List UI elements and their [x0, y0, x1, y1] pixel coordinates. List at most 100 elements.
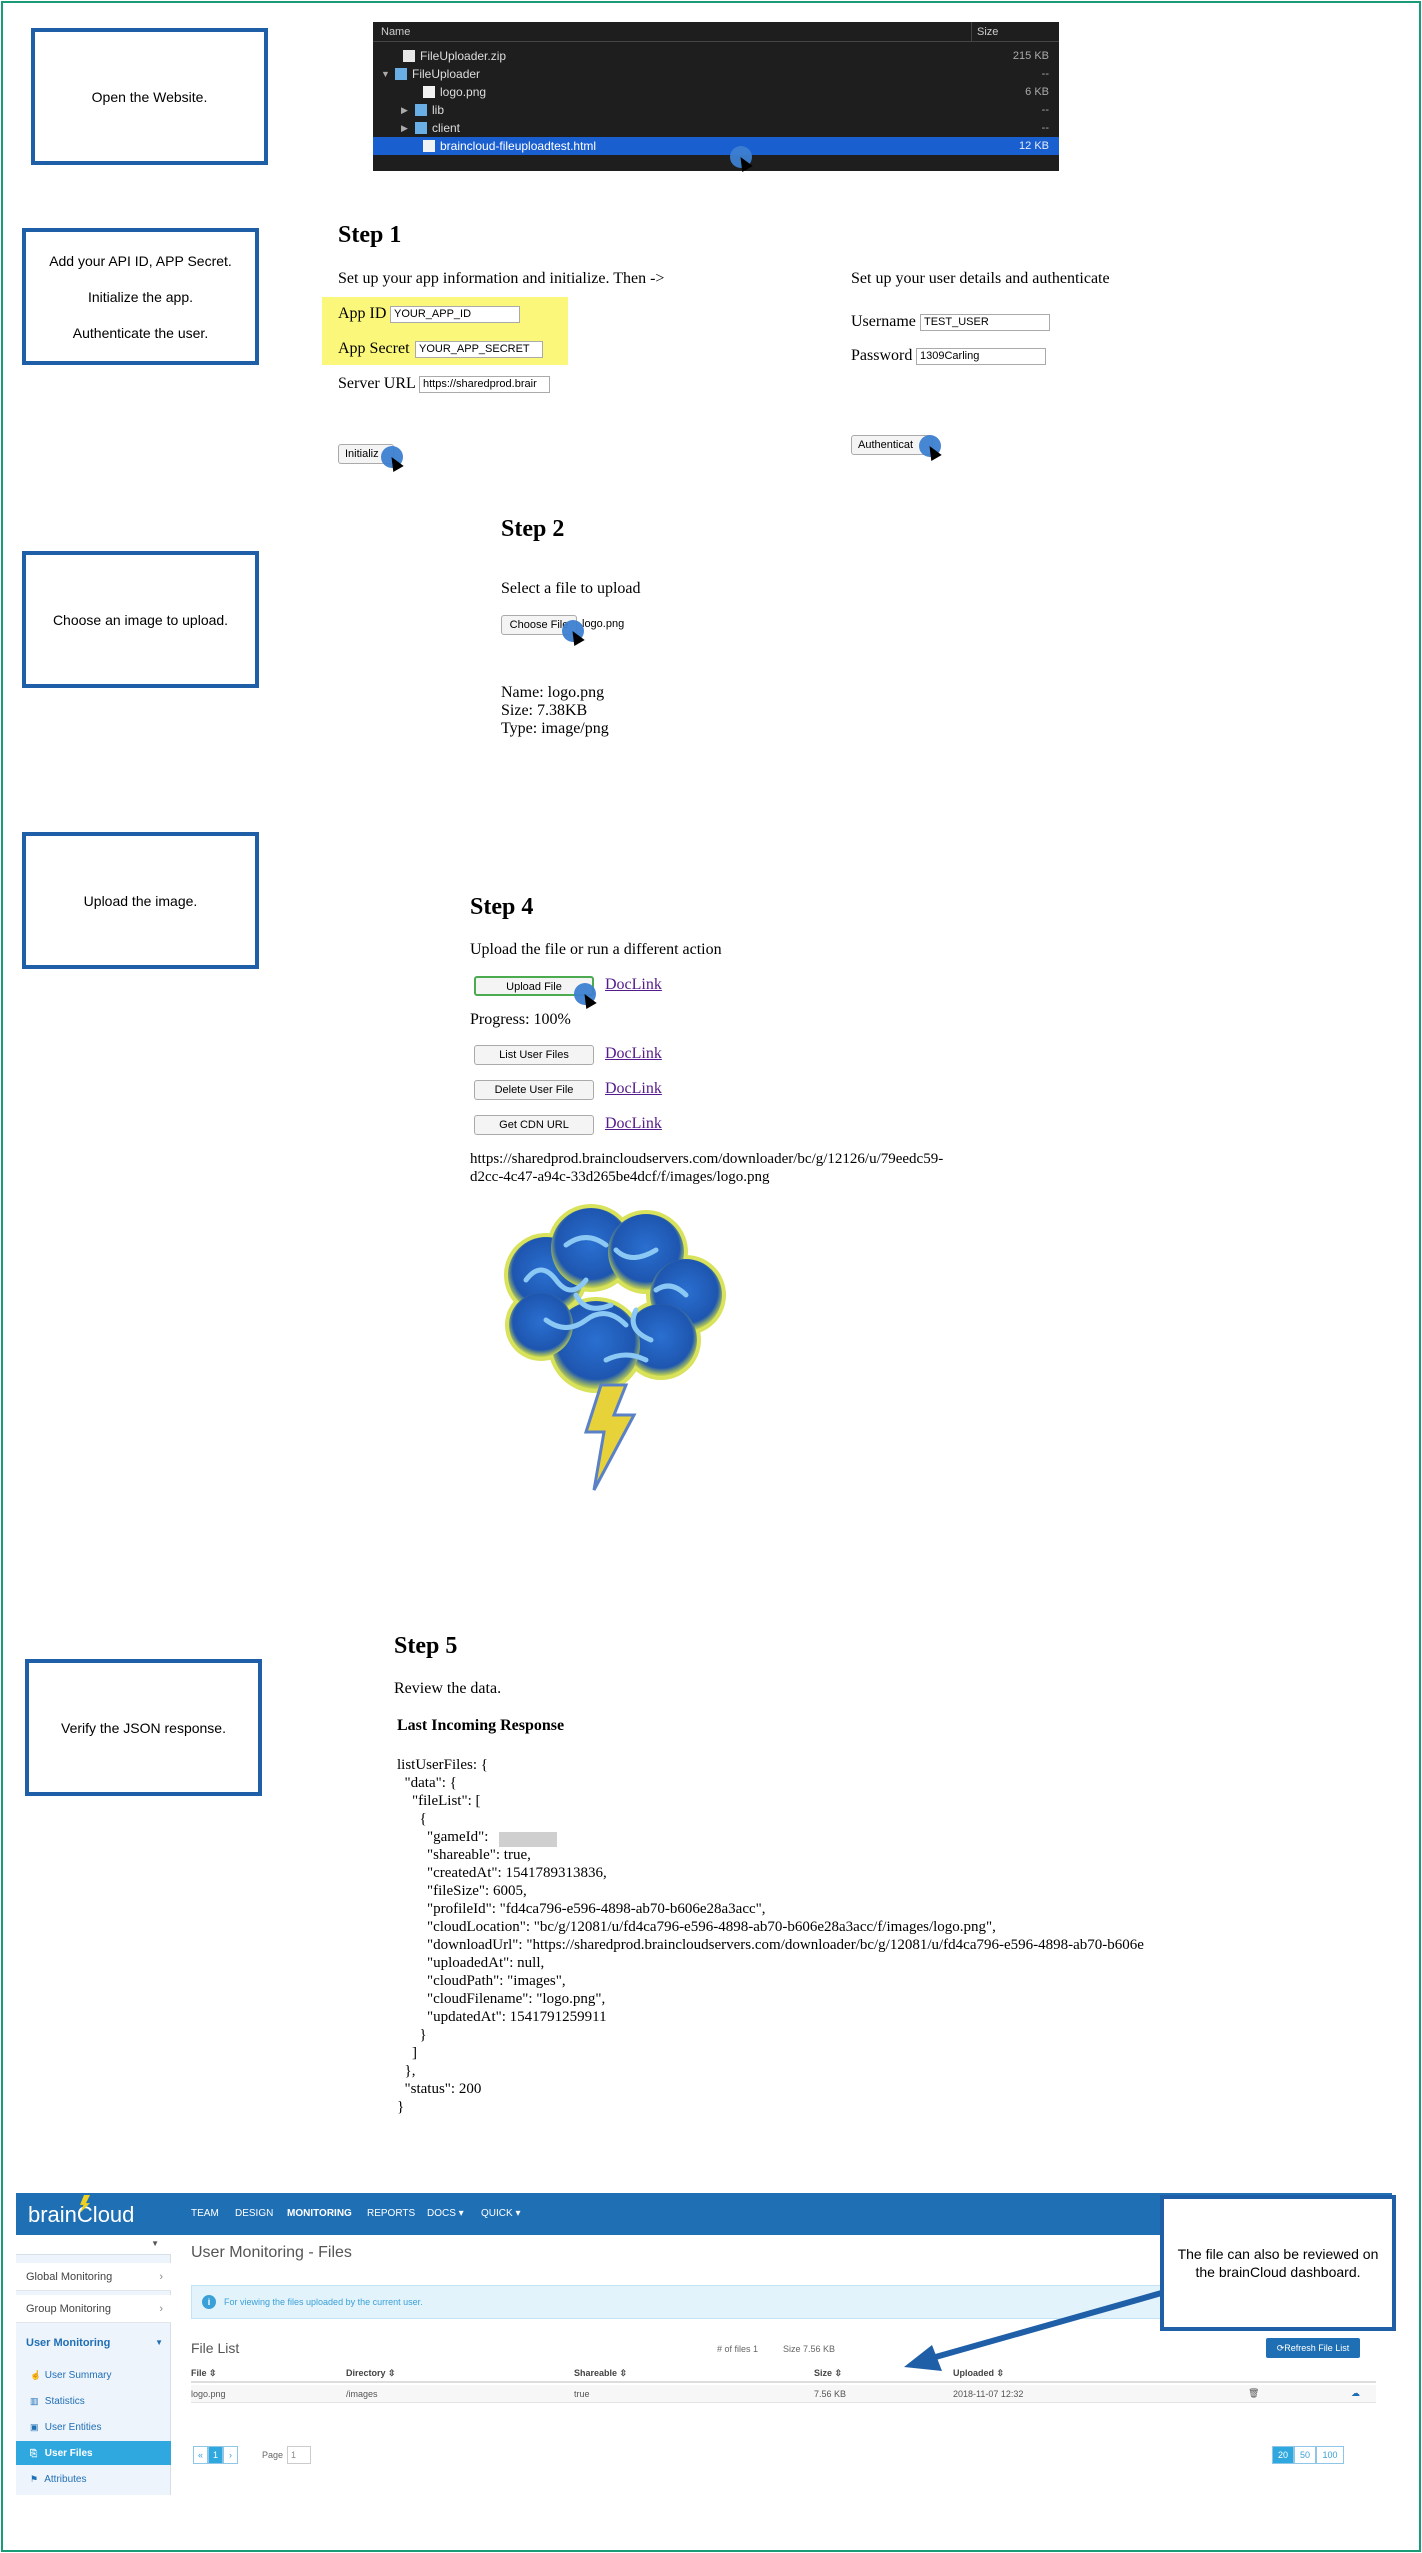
sidebar-sub-statistics[interactable]: ▥ Statistics — [16, 2389, 171, 2413]
doclink-cdn[interactable]: DocLink — [605, 1115, 662, 1133]
app-id-input[interactable]: YOUR_APP_ID — [390, 306, 520, 323]
page-size-100[interactable]: 100 — [1316, 2446, 1344, 2464]
nav-design[interactable]: DESIGN — [235, 2208, 273, 2219]
sidebar-item-global[interactable]: Global Monitoring › — [16, 2263, 171, 2291]
col-shareable[interactable]: Shareable ⇳ — [574, 2368, 627, 2379]
callout-text: The file can also be reviewed on the bra… — [1177, 2246, 1379, 2280]
finder-row-size: -- — [1041, 68, 1049, 80]
folder-icon — [395, 68, 407, 80]
callout-dashboard-note: The file can also be reviewed on the bra… — [1160, 2195, 1396, 2331]
get-cdn-url-button[interactable]: Get CDN URL — [474, 1115, 594, 1135]
finder-row[interactable]: ▶ client -- — [373, 119, 1059, 137]
finder-col-size[interactable]: Size — [977, 26, 998, 38]
sidebar-item-label: Global Monitoring — [26, 2271, 113, 2283]
sidebar-sub-user-files[interactable]: ⎘ User Files — [16, 2441, 171, 2465]
cdn-url-line2: d2cc-4c47-a94c-33d265be4dcf/f/images/log… — [470, 1169, 770, 1185]
cell-uploaded: 2018-11-07 12:32 — [953, 2389, 1024, 2399]
refresh-label: Refresh File List — [1284, 2343, 1350, 2353]
response-heading: Last Incoming Response — [397, 1717, 565, 1734]
table-header: File ⇳ Directory ⇳ Shareable ⇳ Size ⇳ Up… — [191, 2363, 1376, 2383]
callout-text: Verify the JSON response. — [61, 1719, 226, 1736]
doclink-list[interactable]: DocLink — [605, 1045, 662, 1063]
file-size-line: Size: 7.38KB — [501, 702, 588, 719]
nav-monitoring[interactable]: MONITORING — [287, 2208, 352, 2219]
disclosure-closed-icon[interactable]: ▶ — [401, 119, 408, 137]
folder-icon — [415, 122, 427, 134]
sidebar-item-group[interactable]: Group Monitoring › — [16, 2295, 171, 2323]
finder-col-name[interactable]: Name — [381, 26, 410, 38]
col-label: Size — [814, 2368, 833, 2378]
step2-title: Step 2 — [501, 516, 565, 542]
json-line: }, — [397, 2063, 416, 2079]
page-label: Page — [262, 2450, 284, 2460]
sidebar-item-label: Group Monitoring — [26, 2303, 111, 2315]
bar-chart-icon: ▥ — [30, 2396, 39, 2406]
finder-row[interactable]: logo.png 6 KB — [373, 83, 1059, 101]
finder-row[interactable]: ▼ FileUploader -- — [373, 65, 1059, 83]
page-input[interactable]: 1 — [287, 2446, 311, 2464]
col-file[interactable]: File ⇳ — [191, 2368, 217, 2379]
sidebar-item-label: User Files — [44, 2448, 93, 2459]
chevron-down-icon: ▼ — [151, 2239, 159, 2248]
pager-page-1[interactable]: 1 — [208, 2446, 223, 2464]
finder-row-selected[interactable]: braincloud-fileuploadtest.html 12 KB — [373, 137, 1059, 155]
page-size-20[interactable]: 20 — [1272, 2446, 1294, 2464]
callout-text: Add your API ID, APP Secret. — [49, 252, 232, 269]
finder-window: Name Size FileUploader.zip 215 KB ▼ File… — [373, 22, 1059, 171]
password-input[interactable]: 1309Carling — [916, 348, 1046, 365]
nav-team[interactable]: TEAM — [191, 2208, 219, 2219]
cell-directory: /images — [346, 2389, 378, 2399]
sidebar-sub-user-entities[interactable]: ▣ User Entities — [16, 2415, 171, 2439]
finder-row-name: lib — [432, 103, 445, 117]
json-line: "status": 200 — [397, 2081, 482, 2097]
folder-icon — [415, 104, 427, 116]
col-directory[interactable]: Directory ⇳ — [346, 2368, 396, 2379]
finder-row[interactable]: FileUploader.zip 215 KB — [373, 47, 1059, 65]
sidebar-sub-user-summary[interactable]: ☝ User Summary — [16, 2363, 171, 2387]
files-icon: ⎘ — [30, 2448, 38, 2458]
braincloud-logo-icon — [504, 1204, 726, 1491]
disclosure-open-icon[interactable]: ▼ — [381, 65, 390, 83]
sidebar-dropdown[interactable]: ▼ — [16, 2235, 171, 2255]
step1-title: Step 1 — [338, 222, 402, 248]
chevron-right-icon: › — [159, 2303, 163, 2315]
finder-row-name: FileUploader — [412, 67, 481, 81]
step5-title: Step 5 — [394, 1633, 458, 1659]
page-title: User Monitoring - Files — [191, 2244, 352, 2261]
chosen-file-name: logo.png — [582, 618, 625, 630]
json-line: } — [397, 2027, 427, 2043]
json-line: ] — [397, 2045, 417, 2061]
file-type-line: Type: image/png — [501, 720, 609, 737]
finder-row-name: client — [432, 121, 461, 135]
table-row[interactable]: logo.png /images true 7.56 KB 2018-11-07… — [191, 2385, 1376, 2403]
cloud-download-icon[interactable]: ☁ — [1351, 2388, 1360, 2399]
trash-icon[interactable]: 🗑 — [1248, 2388, 1259, 2399]
finder-row-name: logo.png — [440, 85, 487, 99]
nav-docs[interactable]: DOCS ▾ — [427, 2208, 464, 2219]
page-size-50[interactable]: 50 — [1294, 2446, 1316, 2464]
json-line: "downloadUrl": "https://sharedprod.brain… — [397, 1937, 1144, 1953]
sidebar-item-user[interactable]: User Monitoring ▼ — [16, 2329, 171, 2357]
server-url-input[interactable]: https://sharedprod.brair — [419, 376, 550, 393]
nav-quick[interactable]: QUICK ▾ — [481, 2208, 520, 2219]
pager-next[interactable]: › — [223, 2446, 238, 2464]
delete-user-file-button[interactable]: Delete User File — [474, 1080, 594, 1100]
doclink-upload[interactable]: DocLink — [605, 976, 662, 994]
username-input[interactable]: TEST_USER — [920, 314, 1050, 331]
brand-logo[interactable]: brainCloud — [28, 2202, 134, 2228]
col-size[interactable]: Size ⇳ — [814, 2368, 842, 2379]
finder-row[interactable]: ▶ lib -- — [373, 101, 1059, 119]
nav-reports[interactable]: REPORTS — [367, 2208, 415, 2219]
sidebar-sub-attributes[interactable]: ⚑ Attributes — [16, 2467, 171, 2491]
doclink-delete[interactable]: DocLink — [605, 1080, 662, 1098]
app-secret-input[interactable]: YOUR_APP_SECRET — [415, 341, 543, 358]
disclosure-closed-icon[interactable]: ▶ — [401, 101, 408, 119]
finder-row-size: -- — [1041, 104, 1049, 116]
pager-prev[interactable]: « — [193, 2446, 208, 2464]
html-file-icon — [423, 140, 435, 152]
step2-instruction: Select a file to upload — [501, 580, 641, 597]
cell-file: logo.png — [191, 2389, 226, 2399]
list-user-files-button[interactable]: List User Files — [474, 1045, 594, 1065]
refresh-file-list-button[interactable]: ⟳Refresh File List — [1266, 2338, 1360, 2358]
image-file-icon — [423, 86, 435, 98]
